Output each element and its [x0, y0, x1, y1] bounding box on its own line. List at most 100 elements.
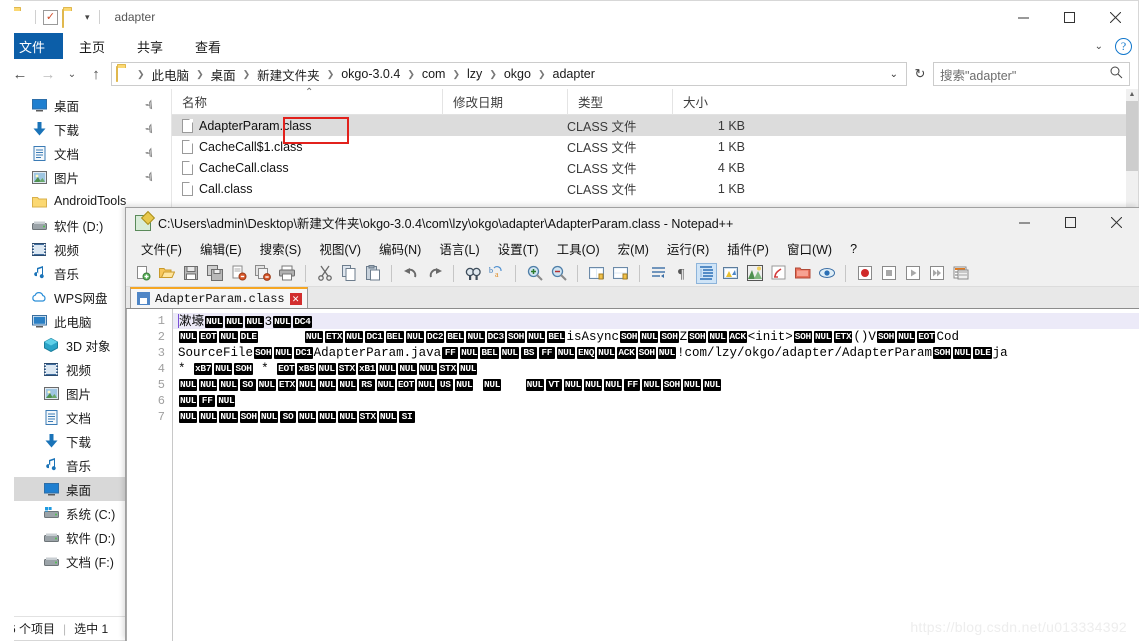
doc-map-icon[interactable] [744, 263, 765, 284]
table-row[interactable]: CacheCall$1.class CLASS 文件 1 KB [172, 136, 1138, 157]
column-header-size[interactable]: 大小 [672, 88, 757, 115]
address-dropdown-caret-icon[interactable]: ⌄ [890, 69, 902, 80]
record-macro-icon[interactable] [854, 263, 875, 284]
notepad-editor[interactable]: 1234567 漱壕 NUL NUL NUL 3 NUL DC4 NUL EOT NUL DLE N… [126, 309, 1139, 641]
code-text-area[interactable]: 漱壕 NUL NUL NUL 3 NUL DC4 NUL EOT NUL DLE NUL ETX NUL… [173, 309, 1139, 641]
minimize-button[interactable] [1000, 1, 1046, 33]
notepad-maximize-button[interactable] [1047, 208, 1093, 237]
breadcrumb-item-3[interactable]: okgo-3.0.4 [338, 67, 403, 81]
code-line-1[interactable]: 漱壕 NUL NUL NUL 3 NUL DC4 [173, 313, 1139, 329]
properties-icon[interactable]: ✓ [43, 9, 58, 25]
file-name-cell[interactable]: CacheCall.class [172, 160, 442, 175]
menu-item-10[interactable]: 插件(P) [718, 237, 778, 260]
file-name-cell[interactable]: CacheCall$1.class [172, 139, 442, 154]
menu-item-6[interactable]: 设置(T) [489, 237, 548, 260]
copy-icon[interactable] [338, 263, 359, 284]
up-button[interactable]: ↑ [83, 62, 109, 86]
menu-item-8[interactable]: 宏(M) [609, 237, 658, 260]
expand-ribbon-caret-icon[interactable]: ⌄ [1095, 41, 1103, 52]
search-icon[interactable] [1110, 66, 1123, 82]
ribbon-tab-share[interactable]: 共享 [121, 33, 179, 59]
code-line-6[interactable]: NUL FF NUL [173, 393, 1139, 409]
search-input[interactable]: 搜索"adapter" [933, 62, 1130, 86]
notepad-close-button[interactable] [1093, 208, 1139, 237]
menu-item-5[interactable]: 语言(L) [430, 237, 488, 260]
menu-item-2[interactable]: 搜索(S) [251, 237, 311, 260]
save-all-icon[interactable] [204, 263, 225, 284]
zoom-out-icon[interactable] [548, 263, 569, 284]
ribbon-tab-home[interactable]: 主页 [63, 33, 121, 59]
menu-item-7[interactable]: 工具(O) [548, 237, 609, 260]
print-icon[interactable] [276, 263, 297, 284]
sidebar-item-0[interactable]: 桌面 [1, 93, 171, 117]
table-row[interactable]: AdapterParam.class CLASS 文件 1 KB [172, 115, 1138, 136]
table-row[interactable]: Call.class CLASS 文件 1 KB [172, 178, 1138, 199]
undo-icon[interactable] [400, 263, 421, 284]
open-file-icon[interactable] [156, 263, 177, 284]
redo-icon[interactable] [424, 263, 445, 284]
monitor-icon[interactable] [816, 263, 837, 284]
file-name-cell[interactable]: Call.class [172, 181, 442, 196]
paste-icon[interactable] [362, 263, 383, 284]
menu-item-1[interactable]: 编辑(E) [191, 237, 251, 260]
ribbon-tab-view[interactable]: 查看 [179, 33, 237, 59]
breadcrumb-item-5[interactable]: lzy [464, 67, 485, 81]
code-line-7[interactable]: NUL NUL NUL SOH NUL SO NUL NUL NUL STX NUL SI [173, 409, 1139, 425]
notepad-minimize-button[interactable] [1001, 208, 1047, 237]
breadcrumb-item-0[interactable]: 此电脑 [149, 65, 193, 84]
pin-icon[interactable] [141, 168, 158, 185]
breadcrumb-item-6[interactable]: okgo [501, 67, 534, 81]
function-list-icon[interactable] [768, 263, 789, 284]
breadcrumb-item-7[interactable]: adapter [550, 67, 598, 81]
column-header-name[interactable]: 名称 ⌃ [172, 87, 442, 115]
menu-item-9[interactable]: 运行(R) [658, 237, 718, 260]
sidebar-item-2[interactable]: 文档 [1, 141, 171, 165]
maximize-button[interactable] [1046, 1, 1092, 33]
code-line-4[interactable]: * xB7 NUL SOH * EOT xB5 NUL STX xB1 NUL NUL NUL ST… [173, 361, 1139, 377]
cut-icon[interactable] [314, 263, 335, 284]
editor-tab-adapterparam[interactable]: AdapterParam.class ✕ [130, 287, 308, 308]
code-line-3[interactable]: SourceFile SOH NUL DC1 AdapterParam.java FF NU… [173, 345, 1139, 361]
save-macro-icon[interactable] [950, 263, 971, 284]
breadcrumb-item-2[interactable]: 新建文件夹 [254, 65, 323, 84]
indent-guide-icon[interactable] [696, 262, 717, 284]
scroll-up-arrow-icon[interactable]: ▲ [1126, 89, 1138, 101]
scrollbar-thumb[interactable] [1126, 101, 1138, 171]
pin-icon[interactable] [141, 96, 158, 113]
close-all-icon[interactable] [252, 263, 273, 284]
show-all-chars-icon[interactable]: ¶ [672, 263, 693, 284]
menu-item-12[interactable]: ? [841, 240, 866, 258]
code-line-5[interactable]: NUL NUL NUL SO NUL ETX NUL NUL NUL RS NUL EOT NUL US N… [173, 377, 1139, 393]
word-wrap-icon[interactable] [648, 263, 669, 284]
breadcrumb-item-4[interactable]: com [419, 67, 449, 81]
menu-item-4[interactable]: 编码(N) [370, 237, 430, 260]
new-file-icon[interactable] [132, 263, 153, 284]
column-header-type[interactable]: 类型 [567, 88, 672, 115]
folder-workspace-icon[interactable] [792, 263, 813, 284]
refresh-button[interactable]: ↻ [909, 66, 931, 82]
find-icon[interactable] [462, 263, 483, 284]
sync-vertical-icon[interactable] [586, 263, 607, 284]
column-header-date[interactable]: 修改日期 [442, 88, 567, 115]
code-line-2[interactable]: NUL EOT NUL DLE NUL ETX NUL DC1 BEL NUL DC2 BEL NUL… [173, 329, 1139, 345]
forward-button[interactable]: → [35, 62, 61, 86]
sync-horizontal-icon[interactable] [610, 263, 631, 284]
breadcrumb-item-1[interactable]: 桌面 [208, 65, 239, 84]
menu-item-11[interactable]: 窗口(W) [778, 237, 841, 260]
new-folder-icon[interactable] [62, 8, 79, 28]
close-icon[interactable]: ✕ [289, 292, 302, 305]
user-language-icon[interactable] [720, 263, 741, 284]
playback-multiple-icon[interactable] [926, 263, 947, 284]
file-name-cell[interactable]: AdapterParam.class [172, 118, 442, 133]
menu-item-3[interactable]: 视图(V) [310, 237, 370, 260]
play-macro-icon[interactable] [902, 263, 923, 284]
pin-icon[interactable] [141, 120, 158, 137]
close-file-icon[interactable] [228, 263, 249, 284]
recent-locations-icon[interactable]: ⌄ [63, 62, 81, 86]
replace-icon[interactable]: ba [486, 263, 507, 284]
customize-quick-access-caret-icon[interactable]: ▾ [83, 12, 92, 23]
sidebar-item-1[interactable]: 下载 [1, 117, 171, 141]
stop-macro-icon[interactable] [878, 263, 899, 284]
address-bar[interactable]: ❯ 此电脑 ❯ 桌面 ❯ 新建文件夹 ❯ okgo-3.0.4 ❯ com ❯ … [111, 62, 907, 86]
close-button[interactable] [1092, 1, 1138, 33]
